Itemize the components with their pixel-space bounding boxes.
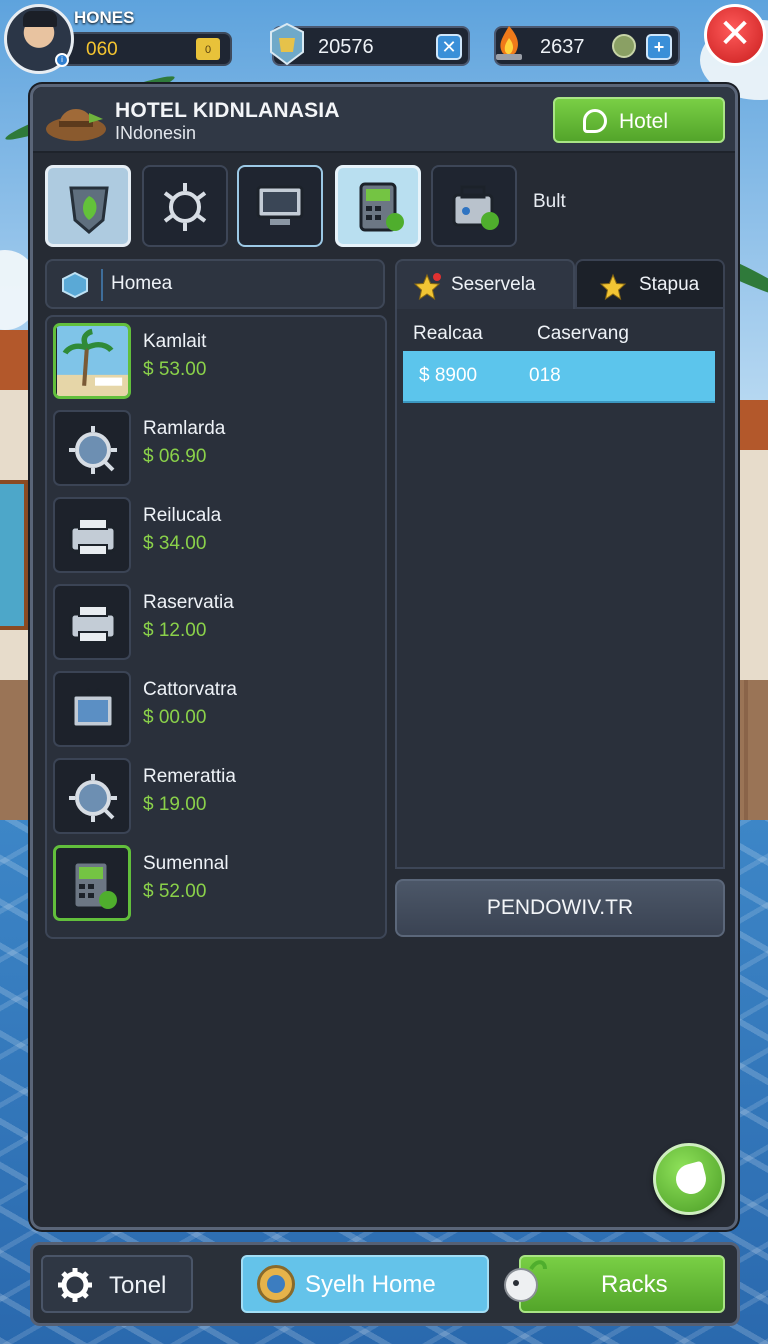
home-button[interactable]: Syelh Home: [241, 1255, 489, 1313]
table-row[interactable]: $ 8900 018: [403, 351, 715, 403]
reservation-table: Realcaa Caservang $ 8900 018: [395, 309, 725, 869]
item-price: $ 06.90: [143, 446, 207, 467]
bottom-bar: Tonel Syelh Home Racks: [30, 1242, 740, 1326]
tab-bar: Seservela Stapua: [395, 259, 725, 309]
item-price: $ 34.00: [143, 533, 207, 554]
item-price: $ 19.00: [143, 794, 207, 815]
tab-label: Stapua: [639, 274, 700, 295]
tag-icon: [504, 1260, 547, 1302]
level-bar: 060 0: [60, 32, 232, 66]
player-name: HONES: [74, 8, 135, 27]
villager-icon: [612, 34, 636, 58]
leaf-icon: [672, 1160, 710, 1198]
compass-icon: [257, 1265, 295, 1303]
hotel-button[interactable]: Hotel: [553, 97, 725, 143]
filter-label: Homea: [111, 273, 173, 294]
category-bug[interactable]: [142, 165, 228, 247]
close-button[interactable]: ✕: [704, 4, 766, 66]
tab-seservela[interactable]: Seservela: [395, 259, 575, 309]
list-item[interactable]: Cattorvatra $ 00.00: [53, 669, 383, 749]
item-name: Raservatia: [143, 592, 234, 613]
racks-label: Racks: [601, 1271, 668, 1298]
tool-label: Tonel: [109, 1272, 167, 1299]
bug-gear-icon: [163, 183, 207, 231]
category-shield[interactable]: [45, 165, 131, 247]
gems-counter: 20576 ✕: [270, 22, 470, 66]
info-icon: i: [55, 53, 69, 67]
category-calculator[interactable]: [335, 165, 421, 247]
tab-label: Seservela: [451, 274, 536, 295]
tab-stapua[interactable]: Stapua: [575, 259, 725, 309]
player-profile[interactable]: 060 0 i HONES: [4, 4, 232, 74]
player-level: 060: [86, 39, 118, 60]
printer-icon: [53, 584, 131, 660]
item-price: $ 00.00: [143, 707, 207, 728]
category-filter[interactable]: Homea: [45, 259, 385, 309]
hotel-panel: HOTEL KIDNLANASIA INdonesin Hotel Bult H…: [30, 84, 738, 1230]
shield-leaf-icon: [69, 186, 109, 234]
wrench-icon[interactable]: ✕: [436, 34, 462, 60]
column-header: Caservang: [537, 323, 629, 344]
top-hud: 060 0 i HONES 20576 ✕ 2637 + ✕: [0, 0, 768, 78]
item-name: Cattorvatra: [143, 679, 237, 700]
item-name: Reilucala: [143, 505, 222, 526]
divider: [101, 269, 103, 301]
gear-icon: [58, 1268, 92, 1302]
item-price: $ 52.00: [143, 881, 207, 902]
list-item[interactable]: Reilucala $ 34.00: [53, 495, 383, 575]
villa-right: [734, 400, 768, 720]
tool-button[interactable]: Tonel: [41, 1255, 193, 1313]
home-label: Syelh Home: [305, 1271, 436, 1298]
item-list: Kamlait $ 53.00 Ramlarda $ 06.90 Reilucala $ …: [45, 315, 387, 939]
item-price: $ 12.00: [143, 620, 207, 641]
panel-header: HOTEL KIDNLANASIA INdonesin Hotel: [33, 87, 735, 153]
category-monitor[interactable]: [237, 165, 323, 247]
coin-badge-icon: 0: [196, 38, 220, 60]
item-name: Remerattia: [143, 766, 236, 787]
gems-value: 20576: [318, 36, 374, 58]
category-label: Bult: [533, 191, 566, 212]
gem-badge-icon: [270, 22, 304, 66]
item-name: Sumennal: [143, 853, 229, 874]
table-cell: 018: [529, 365, 561, 386]
category-machine[interactable]: [431, 165, 517, 247]
printer-icon: [53, 497, 131, 573]
item-name: Kamlait: [143, 331, 207, 352]
hotel-button-label: Hotel: [619, 110, 669, 133]
hat-icon: [23, 11, 57, 27]
monitor-icon: [256, 185, 304, 225]
list-item[interactable]: Kamlait $ 53.00: [53, 321, 383, 401]
table-cell: $ 8900: [419, 365, 478, 386]
panel-subtitle: INdonesin: [115, 123, 197, 143]
calculator-gear-icon: [53, 845, 131, 921]
tv-icon: [53, 671, 131, 747]
pending-button[interactable]: PENDOWIV.TR: [395, 879, 725, 937]
list-item[interactable]: Ramlarda $ 06.90: [53, 408, 383, 488]
column-header: Realcaa: [413, 323, 483, 344]
panel-title: HOTEL KIDNLANASIA: [115, 99, 340, 122]
magnifier-gear-icon: [53, 758, 131, 834]
list-item[interactable]: Remerattia $ 19.00: [53, 756, 383, 836]
list-item[interactable]: Raservatia $ 12.00: [53, 582, 383, 662]
plus-icon[interactable]: +: [646, 34, 672, 60]
category-row: Bult: [45, 165, 725, 249]
star-icon: [413, 273, 441, 301]
fire-counter: 2637 +: [494, 26, 680, 66]
calculator-gear-icon: [359, 182, 404, 232]
avatar[interactable]: i: [4, 4, 74, 74]
magnifier-gear-icon: [53, 410, 131, 486]
machine-gear-icon: [452, 185, 499, 230]
beach-palm-icon: [53, 323, 131, 399]
list-item[interactable]: Sumennal $ 52.00: [53, 843, 383, 923]
leaf-action-button[interactable]: [653, 1143, 725, 1215]
leaf-icon: [583, 109, 607, 133]
star-icon: [599, 273, 627, 301]
campfire-icon: [496, 26, 522, 60]
cube-icon: [62, 271, 88, 299]
explorer-hat-icon: [46, 109, 106, 141]
item-name: Ramlarda: [143, 418, 226, 439]
fire-value: 2637: [540, 36, 585, 58]
item-price: $ 53.00: [143, 359, 207, 380]
racks-button[interactable]: Racks: [519, 1255, 725, 1313]
